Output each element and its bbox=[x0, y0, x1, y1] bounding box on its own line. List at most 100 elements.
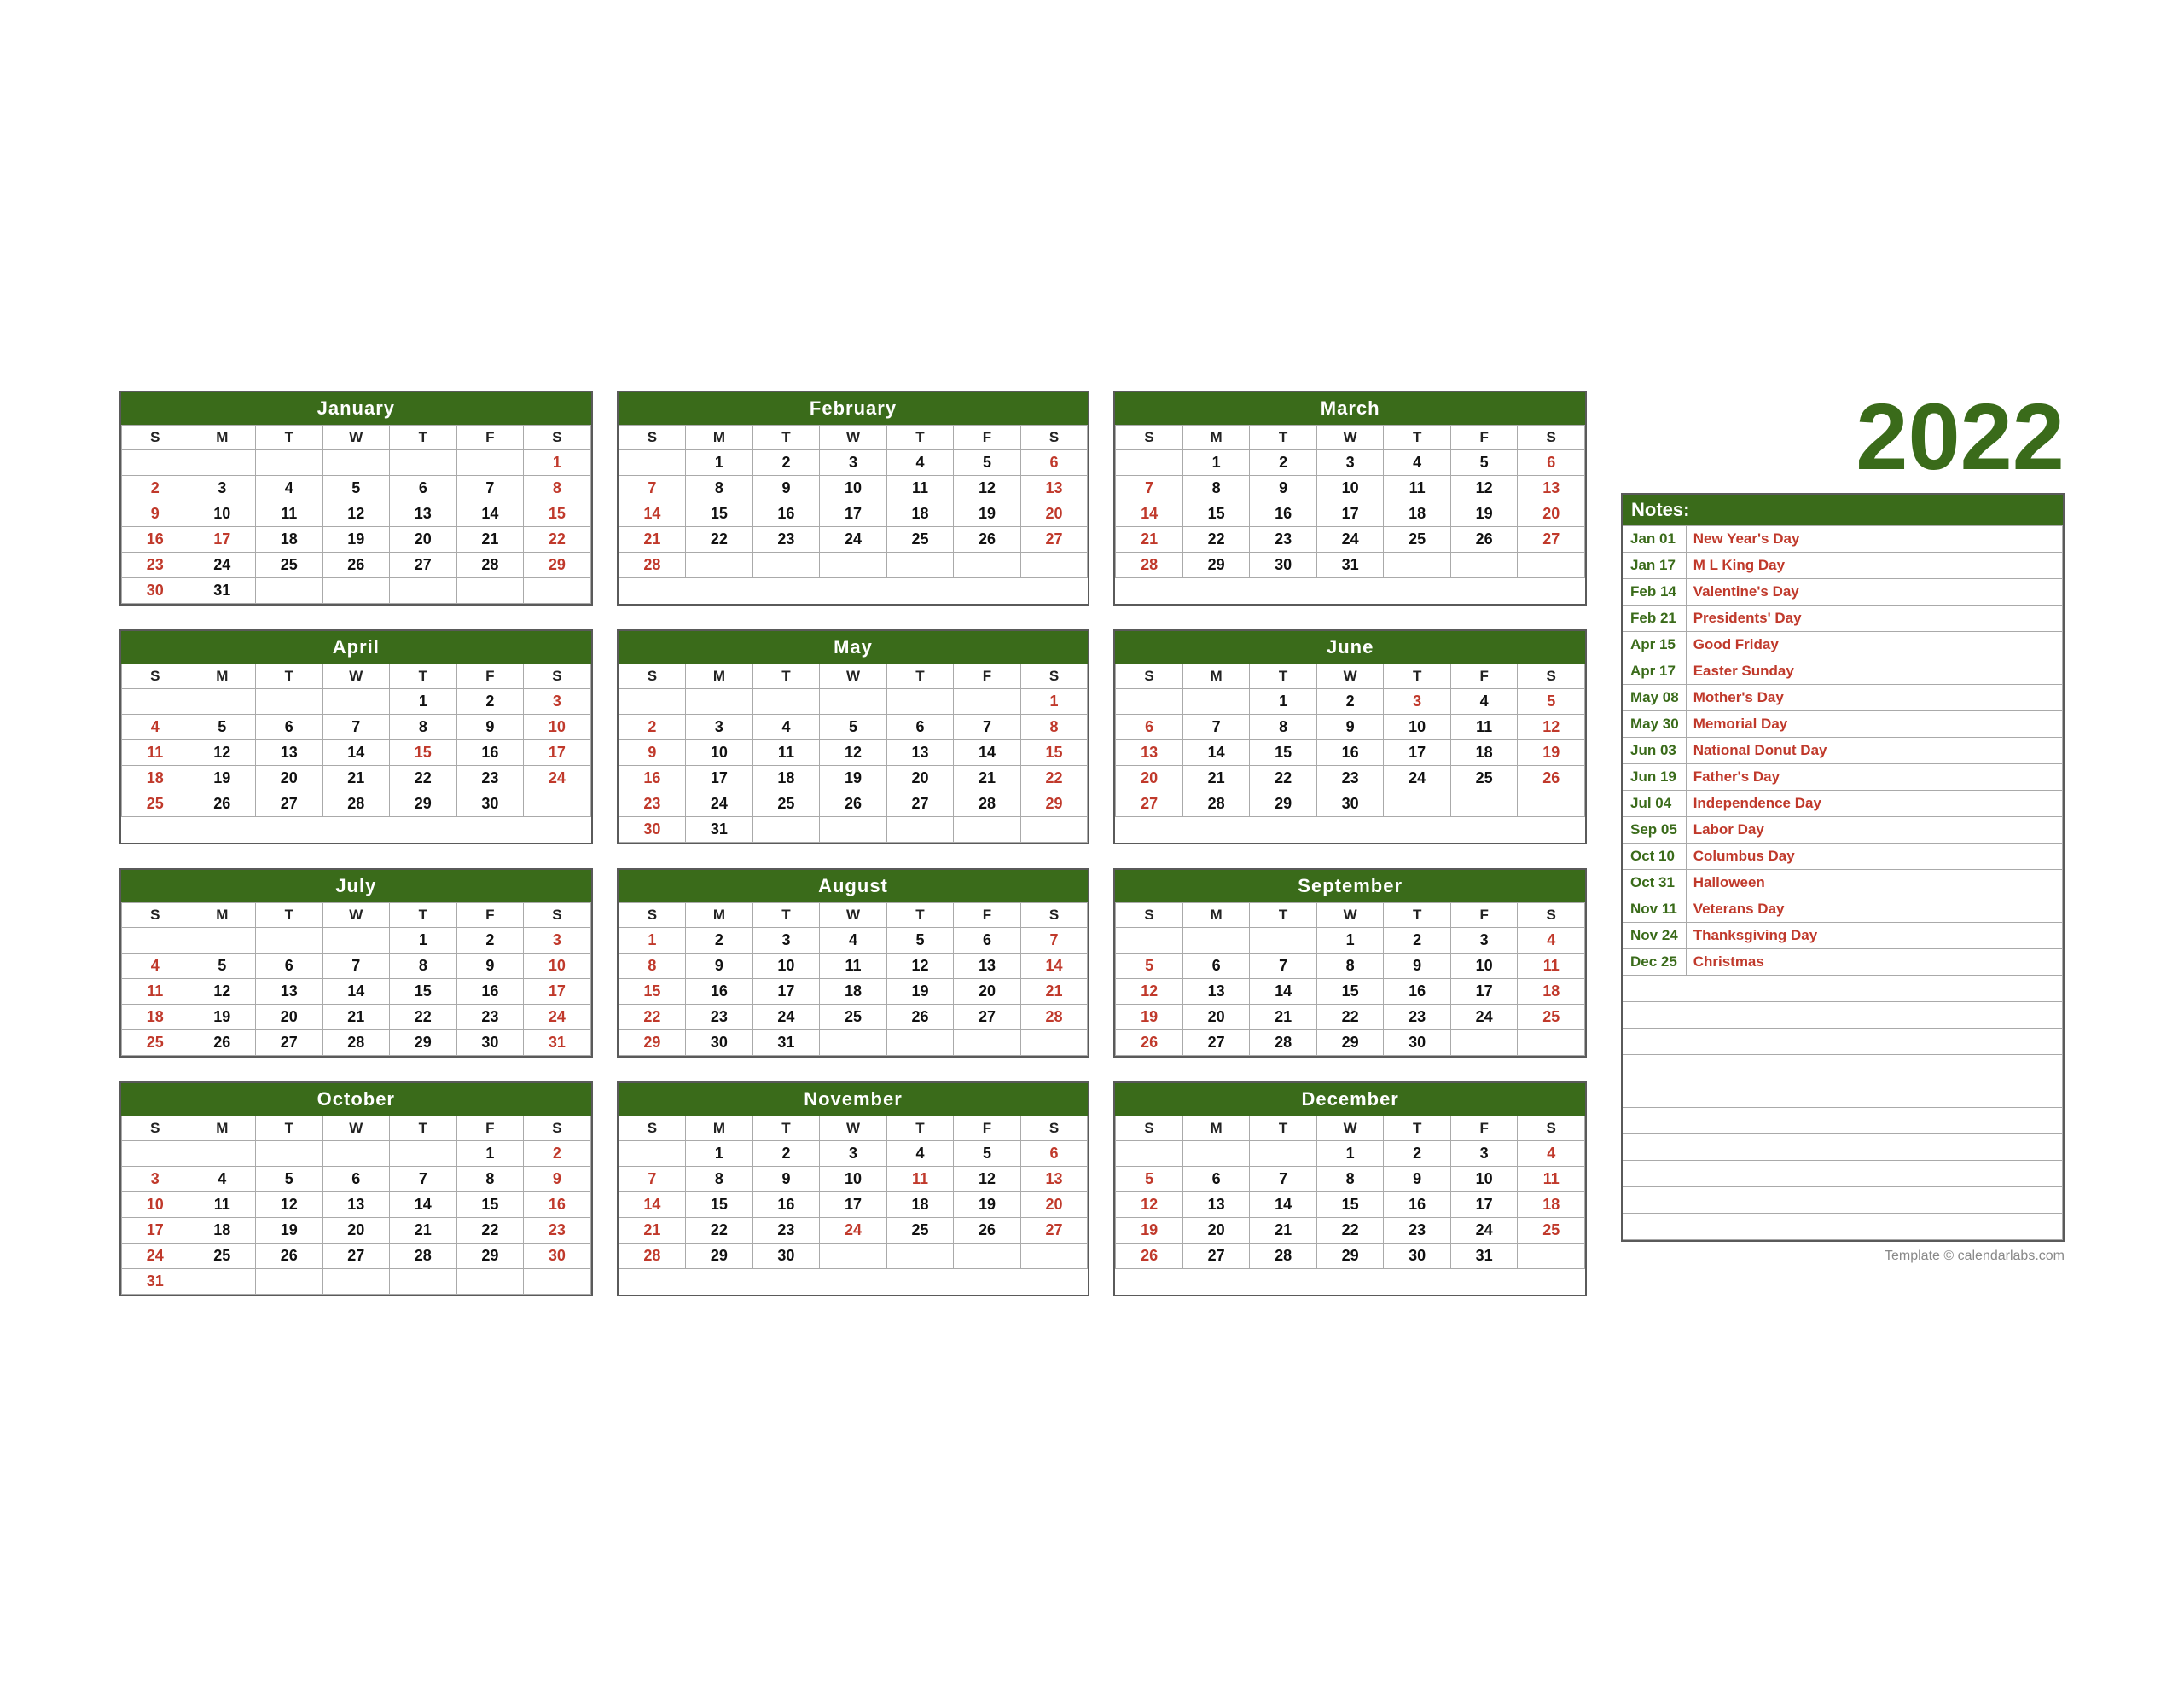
cal-day: 3 bbox=[189, 476, 256, 501]
cal-day: 6 bbox=[256, 715, 323, 740]
empty-cell bbox=[820, 817, 887, 843]
right-panel: 2022 Notes: Jan 01New Year's DayJan 17M … bbox=[1621, 391, 2065, 1264]
day-header: S bbox=[619, 1116, 686, 1141]
empty-cell bbox=[390, 450, 457, 476]
cal-day: 6 bbox=[322, 1167, 390, 1192]
empty-cell bbox=[752, 553, 820, 578]
cal-day: 2 bbox=[1316, 689, 1384, 715]
holiday-name: New Year's Day bbox=[1686, 526, 2062, 553]
cal-day: 18 bbox=[1518, 1192, 1585, 1218]
cal-day: 24 bbox=[1450, 1005, 1518, 1030]
month-december: DecemberSMTWTFS1234567891011121314151617… bbox=[1113, 1081, 1587, 1296]
month-september: SeptemberSMTWTFS123456789101112131415161… bbox=[1113, 868, 1587, 1058]
cal-day: 10 bbox=[820, 476, 887, 501]
empty-cell bbox=[322, 450, 390, 476]
cal-day: 18 bbox=[820, 979, 887, 1005]
cal-day: 16 bbox=[619, 766, 686, 791]
cal-day: 29 bbox=[390, 791, 457, 817]
day-header: T bbox=[1384, 426, 1451, 450]
cal-day: 13 bbox=[1020, 1167, 1088, 1192]
cal-day: 21 bbox=[1116, 527, 1183, 553]
empty-note-cell bbox=[1623, 1002, 2063, 1029]
cal-day: 22 bbox=[686, 1218, 753, 1244]
cal-day: 3 bbox=[1316, 450, 1384, 476]
cal-day: 26 bbox=[189, 791, 256, 817]
day-header: T bbox=[390, 664, 457, 689]
holiday-row: Nov 24Thanksgiving Day bbox=[1623, 923, 2063, 949]
holiday-date: Nov 24 bbox=[1623, 923, 1687, 949]
cal-day: 14 bbox=[619, 501, 686, 527]
cal-day: 31 bbox=[752, 1030, 820, 1056]
cal-day: 11 bbox=[1450, 715, 1518, 740]
holiday-date: Apr 15 bbox=[1623, 632, 1687, 658]
cal-day: 26 bbox=[1518, 766, 1585, 791]
cal-day: 29 bbox=[1020, 791, 1088, 817]
cal-day: 24 bbox=[122, 1244, 189, 1269]
month-april: AprilSMTWTFS1234567891011121314151617181… bbox=[119, 629, 593, 844]
cal-day: 7 bbox=[619, 1167, 686, 1192]
cal-table-june: SMTWTFS123456789101112131415161718192021… bbox=[1115, 664, 1585, 817]
cal-day: 19 bbox=[820, 766, 887, 791]
empty-cell bbox=[189, 1141, 256, 1167]
cal-day: 11 bbox=[886, 1167, 954, 1192]
day-header: T bbox=[390, 426, 457, 450]
empty-cell bbox=[189, 450, 256, 476]
cal-day: 23 bbox=[122, 553, 189, 578]
cal-day: 3 bbox=[1450, 928, 1518, 954]
cal-day: 24 bbox=[752, 1005, 820, 1030]
cal-day: 18 bbox=[1518, 979, 1585, 1005]
day-header: S bbox=[524, 664, 591, 689]
cal-table-august: SMTWTFS123456789101112131415161718192021… bbox=[619, 902, 1089, 1056]
month-october: OctoberSMTWTFS12345678910111213141516171… bbox=[119, 1081, 593, 1296]
empty-note-row bbox=[1623, 1029, 2063, 1055]
cal-day: 8 bbox=[686, 1167, 753, 1192]
cal-day: 17 bbox=[122, 1218, 189, 1244]
cal-day: 7 bbox=[390, 1167, 457, 1192]
holiday-name: Easter Sunday bbox=[1686, 658, 2062, 685]
holiday-name: Labor Day bbox=[1686, 817, 2062, 844]
empty-cell bbox=[390, 1269, 457, 1295]
cal-day: 11 bbox=[1518, 954, 1585, 979]
cal-table-october: SMTWTFS123456789101112131415161718192021… bbox=[121, 1116, 591, 1295]
cal-day: 12 bbox=[1518, 715, 1585, 740]
cal-day: 29 bbox=[1316, 1030, 1384, 1056]
cal-day: 30 bbox=[456, 791, 524, 817]
cal-day: 20 bbox=[256, 766, 323, 791]
cal-day: 7 bbox=[1250, 954, 1317, 979]
cal-day: 27 bbox=[390, 553, 457, 578]
cal-day: 28 bbox=[1250, 1244, 1317, 1269]
day-header: T bbox=[1384, 1116, 1451, 1141]
cal-day: 28 bbox=[619, 553, 686, 578]
empty-cell bbox=[820, 1030, 887, 1056]
empty-cell bbox=[886, 689, 954, 715]
day-header: W bbox=[1316, 903, 1384, 928]
cal-day: 19 bbox=[256, 1218, 323, 1244]
day-header: T bbox=[1250, 426, 1317, 450]
day-header: S bbox=[1020, 903, 1088, 928]
cal-day: 9 bbox=[122, 501, 189, 527]
cal-day: 15 bbox=[1316, 979, 1384, 1005]
day-header: T bbox=[256, 1116, 323, 1141]
cal-day: 25 bbox=[1450, 766, 1518, 791]
cal-day: 8 bbox=[1020, 715, 1088, 740]
empty-cell bbox=[456, 450, 524, 476]
cal-day: 28 bbox=[456, 553, 524, 578]
cal-day: 16 bbox=[1384, 1192, 1451, 1218]
cal-day: 1 bbox=[390, 689, 457, 715]
cal-day: 9 bbox=[1250, 476, 1317, 501]
footer-credit: Template © calendarlabs.com bbox=[1621, 1249, 2065, 1264]
cal-day: 24 bbox=[1316, 527, 1384, 553]
day-header: T bbox=[390, 1116, 457, 1141]
cal-day: 4 bbox=[1518, 1141, 1585, 1167]
cal-day: 26 bbox=[886, 1005, 954, 1030]
holiday-date: Sep 05 bbox=[1623, 817, 1687, 844]
day-header: W bbox=[1316, 426, 1384, 450]
holiday-name: National Donut Day bbox=[1686, 738, 2062, 764]
holiday-name: Thanksgiving Day bbox=[1686, 923, 2062, 949]
cal-day: 29 bbox=[1250, 791, 1317, 817]
holiday-date: Jun 19 bbox=[1623, 764, 1687, 791]
empty-cell bbox=[954, 689, 1021, 715]
empty-cell bbox=[256, 928, 323, 954]
holiday-row: Sep 05Labor Day bbox=[1623, 817, 2063, 844]
cal-day: 5 bbox=[954, 450, 1021, 476]
